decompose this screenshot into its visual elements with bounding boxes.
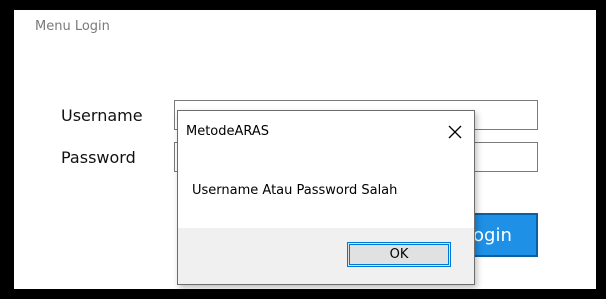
message-dialog: MetodeARAS Username Atau Password Salah …: [177, 110, 475, 285]
close-icon[interactable]: [442, 120, 468, 144]
username-label: Username: [61, 106, 143, 125]
password-label: Password: [61, 148, 136, 167]
login-button-label: ogin: [473, 224, 512, 246]
screenshot-frame: Menu Login Username Password ogin Metode…: [0, 0, 606, 299]
ok-button-label: OK: [389, 247, 409, 262]
ok-button[interactable]: OK: [347, 242, 451, 267]
dialog-footer: OK: [178, 228, 474, 284]
window-title: Menu Login: [35, 19, 110, 34]
login-window: Menu Login Username Password ogin Metode…: [14, 10, 596, 289]
dialog-title: MetodeARAS: [186, 124, 270, 139]
dialog-titlebar: MetodeARAS: [178, 111, 474, 147]
dialog-message: Username Atau Password Salah: [192, 183, 398, 198]
